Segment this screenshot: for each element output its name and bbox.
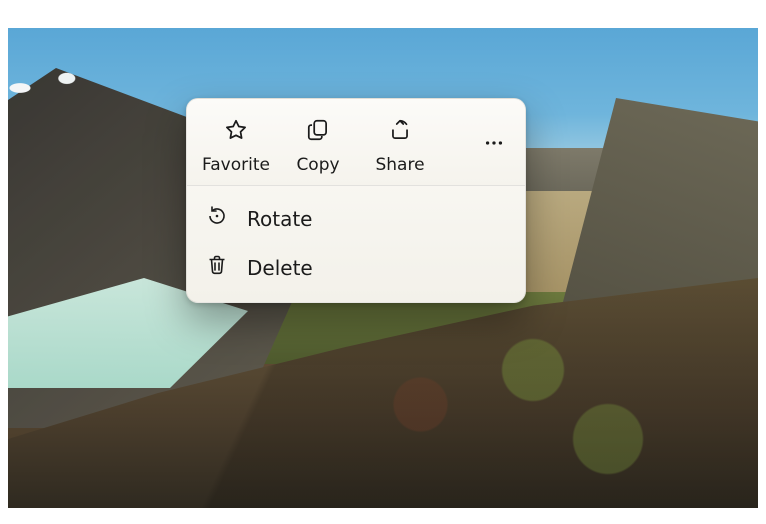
- share-icon: [387, 117, 413, 147]
- star-icon: [223, 117, 249, 147]
- rotate-icon: [205, 204, 229, 233]
- rotate-item[interactable]: Rotate: [193, 194, 519, 243]
- favorite-label: Favorite: [202, 155, 270, 175]
- context-menu-toolbar: Favorite Copy Share: [187, 99, 525, 186]
- share-label: Share: [375, 155, 424, 175]
- trash-icon: [205, 253, 229, 282]
- copy-label: Copy: [296, 155, 339, 175]
- more-button[interactable]: [473, 124, 515, 166]
- share-button[interactable]: Share: [361, 113, 439, 177]
- favorite-button[interactable]: Favorite: [197, 113, 275, 177]
- context-menu: Favorite Copy Share: [186, 98, 526, 303]
- delete-item[interactable]: Delete: [193, 243, 519, 292]
- ellipsis-icon: [483, 132, 505, 158]
- delete-label: Delete: [247, 256, 313, 280]
- copy-icon: [305, 117, 331, 147]
- context-menu-list: Rotate Delete: [187, 186, 525, 302]
- copy-button[interactable]: Copy: [279, 113, 357, 177]
- rotate-label: Rotate: [247, 207, 312, 231]
